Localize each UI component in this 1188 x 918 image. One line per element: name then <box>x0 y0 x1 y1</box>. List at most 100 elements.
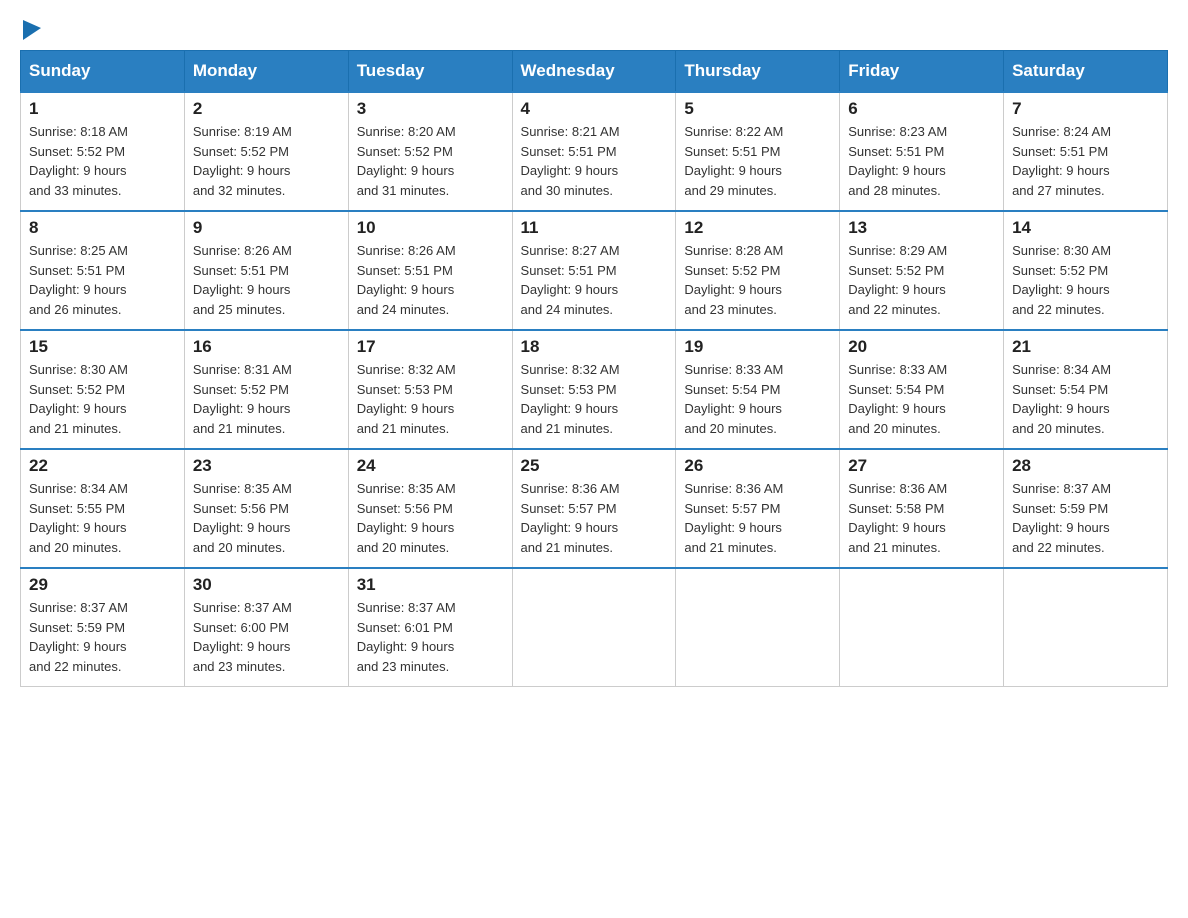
day-number: 18 <box>521 337 668 357</box>
day-number: 24 <box>357 456 504 476</box>
calendar-cell: 31 Sunrise: 8:37 AMSunset: 6:01 PMDaylig… <box>348 568 512 687</box>
day-info: Sunrise: 8:33 AMSunset: 5:54 PMDaylight:… <box>684 362 783 436</box>
day-info: Sunrise: 8:19 AMSunset: 5:52 PMDaylight:… <box>193 124 292 198</box>
calendar-cell: 1 Sunrise: 8:18 AMSunset: 5:52 PMDayligh… <box>21 92 185 211</box>
calendar-cell: 23 Sunrise: 8:35 AMSunset: 5:56 PMDaylig… <box>184 449 348 568</box>
calendar-cell: 29 Sunrise: 8:37 AMSunset: 5:59 PMDaylig… <box>21 568 185 687</box>
day-info: Sunrise: 8:25 AMSunset: 5:51 PMDaylight:… <box>29 243 128 317</box>
day-number: 4 <box>521 99 668 119</box>
weekday-header-wednesday: Wednesday <box>512 51 676 93</box>
day-info: Sunrise: 8:32 AMSunset: 5:53 PMDaylight:… <box>521 362 620 436</box>
logo-triangle-icon <box>23 20 41 40</box>
weekday-header-monday: Monday <box>184 51 348 93</box>
calendar-cell: 27 Sunrise: 8:36 AMSunset: 5:58 PMDaylig… <box>840 449 1004 568</box>
day-number: 9 <box>193 218 340 238</box>
calendar-cell: 20 Sunrise: 8:33 AMSunset: 5:54 PMDaylig… <box>840 330 1004 449</box>
weekday-header-friday: Friday <box>840 51 1004 93</box>
calendar-table: SundayMondayTuesdayWednesdayThursdayFrid… <box>20 50 1168 687</box>
calendar-cell: 6 Sunrise: 8:23 AMSunset: 5:51 PMDayligh… <box>840 92 1004 211</box>
day-info: Sunrise: 8:30 AMSunset: 5:52 PMDaylight:… <box>29 362 128 436</box>
calendar-cell: 24 Sunrise: 8:35 AMSunset: 5:56 PMDaylig… <box>348 449 512 568</box>
calendar-week-4: 22 Sunrise: 8:34 AMSunset: 5:55 PMDaylig… <box>21 449 1168 568</box>
calendar-cell: 18 Sunrise: 8:32 AMSunset: 5:53 PMDaylig… <box>512 330 676 449</box>
day-number: 6 <box>848 99 995 119</box>
weekday-header-sunday: Sunday <box>21 51 185 93</box>
calendar-week-1: 1 Sunrise: 8:18 AMSunset: 5:52 PMDayligh… <box>21 92 1168 211</box>
day-number: 15 <box>29 337 176 357</box>
day-number: 12 <box>684 218 831 238</box>
day-number: 16 <box>193 337 340 357</box>
day-info: Sunrise: 8:36 AMSunset: 5:57 PMDaylight:… <box>521 481 620 555</box>
day-info: Sunrise: 8:34 AMSunset: 5:55 PMDaylight:… <box>29 481 128 555</box>
day-info: Sunrise: 8:35 AMSunset: 5:56 PMDaylight:… <box>357 481 456 555</box>
day-number: 8 <box>29 218 176 238</box>
calendar-week-3: 15 Sunrise: 8:30 AMSunset: 5:52 PMDaylig… <box>21 330 1168 449</box>
day-number: 28 <box>1012 456 1159 476</box>
calendar-cell: 22 Sunrise: 8:34 AMSunset: 5:55 PMDaylig… <box>21 449 185 568</box>
weekday-header-tuesday: Tuesday <box>348 51 512 93</box>
day-info: Sunrise: 8:37 AMSunset: 6:00 PMDaylight:… <box>193 600 292 674</box>
day-info: Sunrise: 8:37 AMSunset: 6:01 PMDaylight:… <box>357 600 456 674</box>
day-number: 10 <box>357 218 504 238</box>
day-info: Sunrise: 8:26 AMSunset: 5:51 PMDaylight:… <box>357 243 456 317</box>
day-info: Sunrise: 8:27 AMSunset: 5:51 PMDaylight:… <box>521 243 620 317</box>
calendar-cell: 15 Sunrise: 8:30 AMSunset: 5:52 PMDaylig… <box>21 330 185 449</box>
calendar-cell: 25 Sunrise: 8:36 AMSunset: 5:57 PMDaylig… <box>512 449 676 568</box>
day-number: 3 <box>357 99 504 119</box>
day-number: 27 <box>848 456 995 476</box>
day-number: 23 <box>193 456 340 476</box>
calendar-cell: 11 Sunrise: 8:27 AMSunset: 5:51 PMDaylig… <box>512 211 676 330</box>
calendar-cell: 26 Sunrise: 8:36 AMSunset: 5:57 PMDaylig… <box>676 449 840 568</box>
day-number: 14 <box>1012 218 1159 238</box>
day-number: 5 <box>684 99 831 119</box>
day-number: 29 <box>29 575 176 595</box>
calendar-cell: 28 Sunrise: 8:37 AMSunset: 5:59 PMDaylig… <box>1004 449 1168 568</box>
day-info: Sunrise: 8:33 AMSunset: 5:54 PMDaylight:… <box>848 362 947 436</box>
day-number: 25 <box>521 456 668 476</box>
day-info: Sunrise: 8:26 AMSunset: 5:51 PMDaylight:… <box>193 243 292 317</box>
day-info: Sunrise: 8:18 AMSunset: 5:52 PMDaylight:… <box>29 124 128 198</box>
calendar-cell: 16 Sunrise: 8:31 AMSunset: 5:52 PMDaylig… <box>184 330 348 449</box>
calendar-header-row: SundayMondayTuesdayWednesdayThursdayFrid… <box>21 51 1168 93</box>
day-info: Sunrise: 8:24 AMSunset: 5:51 PMDaylight:… <box>1012 124 1111 198</box>
calendar-cell <box>1004 568 1168 687</box>
day-number: 26 <box>684 456 831 476</box>
day-info: Sunrise: 8:31 AMSunset: 5:52 PMDaylight:… <box>193 362 292 436</box>
calendar-cell: 14 Sunrise: 8:30 AMSunset: 5:52 PMDaylig… <box>1004 211 1168 330</box>
day-number: 20 <box>848 337 995 357</box>
day-number: 19 <box>684 337 831 357</box>
calendar-cell: 4 Sunrise: 8:21 AMSunset: 5:51 PMDayligh… <box>512 92 676 211</box>
day-info: Sunrise: 8:34 AMSunset: 5:54 PMDaylight:… <box>1012 362 1111 436</box>
calendar-cell: 17 Sunrise: 8:32 AMSunset: 5:53 PMDaylig… <box>348 330 512 449</box>
day-number: 11 <box>521 218 668 238</box>
day-number: 1 <box>29 99 176 119</box>
weekday-header-thursday: Thursday <box>676 51 840 93</box>
calendar-cell: 7 Sunrise: 8:24 AMSunset: 5:51 PMDayligh… <box>1004 92 1168 211</box>
day-info: Sunrise: 8:21 AMSunset: 5:51 PMDaylight:… <box>521 124 620 198</box>
day-info: Sunrise: 8:30 AMSunset: 5:52 PMDaylight:… <box>1012 243 1111 317</box>
calendar-week-2: 8 Sunrise: 8:25 AMSunset: 5:51 PMDayligh… <box>21 211 1168 330</box>
day-number: 2 <box>193 99 340 119</box>
day-number: 22 <box>29 456 176 476</box>
day-info: Sunrise: 8:20 AMSunset: 5:52 PMDaylight:… <box>357 124 456 198</box>
calendar-cell: 19 Sunrise: 8:33 AMSunset: 5:54 PMDaylig… <box>676 330 840 449</box>
calendar-cell: 30 Sunrise: 8:37 AMSunset: 6:00 PMDaylig… <box>184 568 348 687</box>
day-info: Sunrise: 8:23 AMSunset: 5:51 PMDaylight:… <box>848 124 947 198</box>
calendar-cell: 13 Sunrise: 8:29 AMSunset: 5:52 PMDaylig… <box>840 211 1004 330</box>
day-info: Sunrise: 8:35 AMSunset: 5:56 PMDaylight:… <box>193 481 292 555</box>
logo <box>20 20 41 40</box>
calendar-cell: 12 Sunrise: 8:28 AMSunset: 5:52 PMDaylig… <box>676 211 840 330</box>
calendar-cell: 3 Sunrise: 8:20 AMSunset: 5:52 PMDayligh… <box>348 92 512 211</box>
day-info: Sunrise: 8:29 AMSunset: 5:52 PMDaylight:… <box>848 243 947 317</box>
calendar-cell <box>512 568 676 687</box>
calendar-cell: 10 Sunrise: 8:26 AMSunset: 5:51 PMDaylig… <box>348 211 512 330</box>
calendar-cell <box>676 568 840 687</box>
day-info: Sunrise: 8:36 AMSunset: 5:58 PMDaylight:… <box>848 481 947 555</box>
day-info: Sunrise: 8:28 AMSunset: 5:52 PMDaylight:… <box>684 243 783 317</box>
day-number: 17 <box>357 337 504 357</box>
day-info: Sunrise: 8:32 AMSunset: 5:53 PMDaylight:… <box>357 362 456 436</box>
calendar-cell: 21 Sunrise: 8:34 AMSunset: 5:54 PMDaylig… <box>1004 330 1168 449</box>
day-number: 13 <box>848 218 995 238</box>
weekday-header-saturday: Saturday <box>1004 51 1168 93</box>
calendar-cell: 9 Sunrise: 8:26 AMSunset: 5:51 PMDayligh… <box>184 211 348 330</box>
